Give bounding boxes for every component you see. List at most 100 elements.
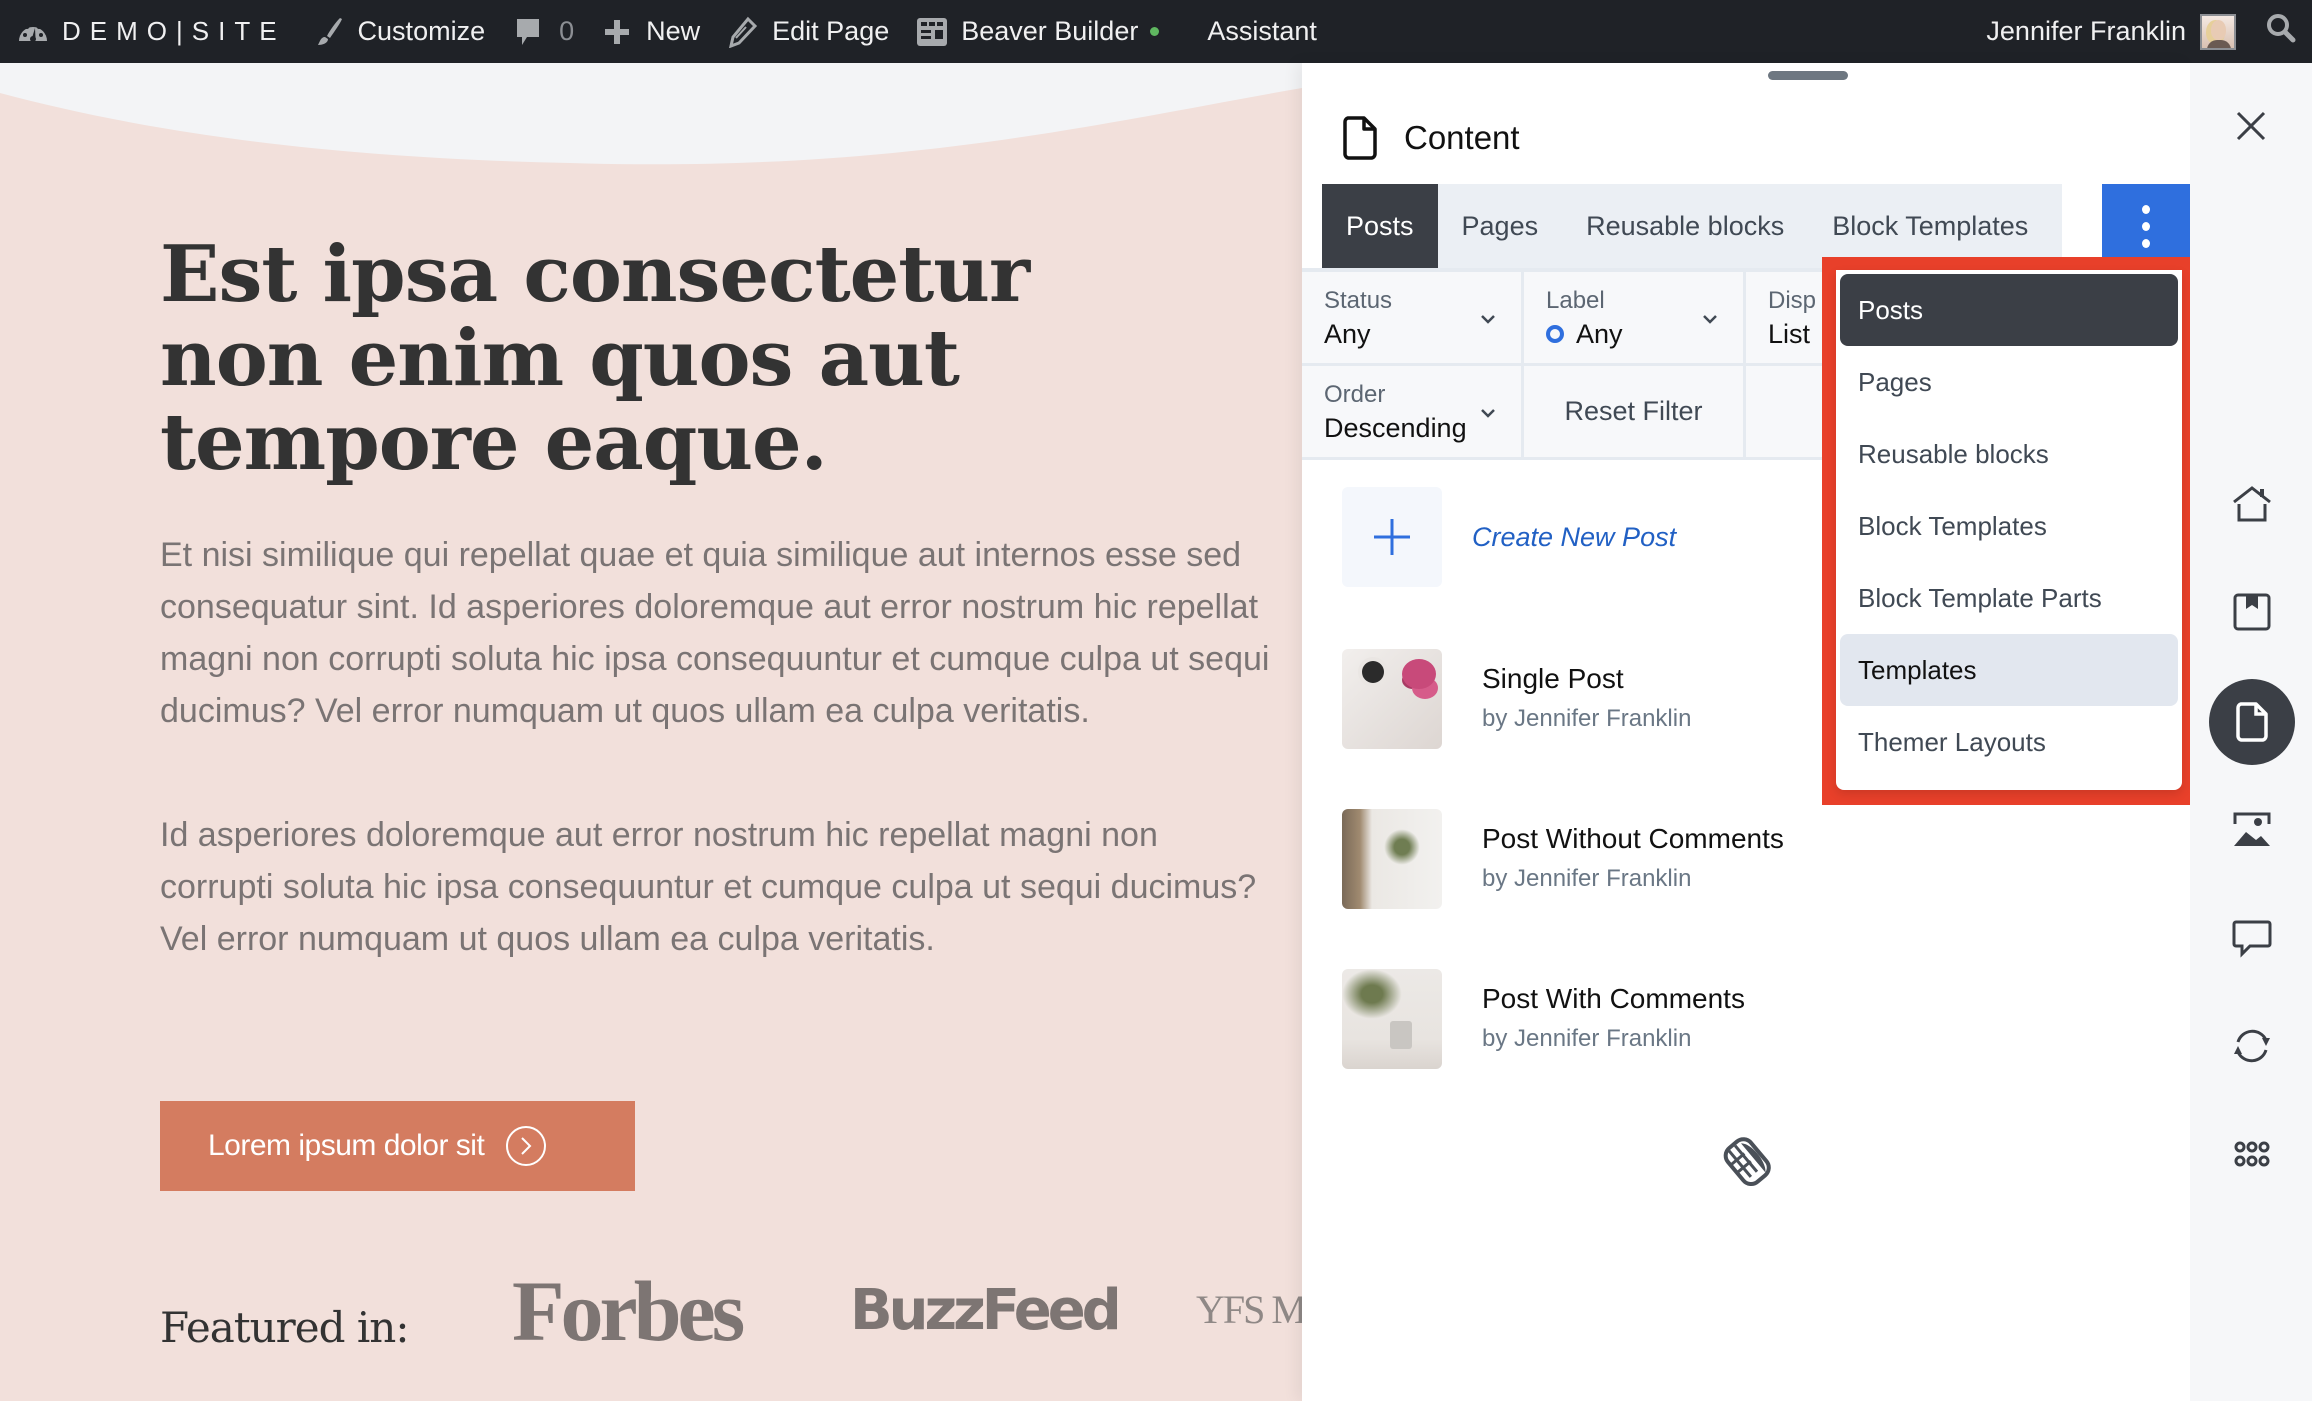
status-filter[interactable]: Status Any [1302,272,1524,363]
post-list-item[interactable]: Post With Comments by Jennifer Franklin [1342,969,1745,1069]
hero-paragraph-1: Et nisi similique qui repellat quae et q… [160,536,1270,730]
more-tabs-button[interactable] [2102,184,2190,268]
document-icon [1340,115,1380,161]
apps-grid-icon [2234,1141,2270,1167]
beaver-builder-logo-icon [1723,1137,1771,1187]
yfs-logo: YFS M [1196,1287,1302,1332]
post-thumbnail [1342,809,1442,909]
comment-bubble-icon [511,15,545,49]
customize-link[interactable]: Customize [299,0,499,63]
media-image-icon [2233,812,2271,846]
comments-count: 0 [559,16,575,46]
close-icon [2236,111,2266,141]
content-type-dropdown: Posts Pages Reusable blocks Block Templa… [1836,270,2182,790]
status-filter-label: Status [1324,287,1393,314]
rail-media-button[interactable] [2209,787,2295,873]
dropdown-item-block-template-parts[interactable]: Block Template Parts [1840,562,2178,634]
top-wave-divider [0,63,1302,165]
beaver-builder-link[interactable]: Beaver Builder [902,0,1172,63]
beaver-builder-label: Beaver Builder [961,16,1139,46]
plus-icon [1342,487,1442,587]
rail-apps-button[interactable] [2209,1111,2295,1197]
content-tabs: Posts Pages Reusable blocks Block Templa… [1322,184,2190,268]
tab-pages[interactable]: Pages [1438,184,1563,268]
rail-content-button[interactable] [2209,679,2295,765]
search-button[interactable] [2249,12,2312,51]
tab-posts[interactable]: Posts [1322,184,1438,268]
dashboard-icon [16,15,50,49]
reset-filter-button[interactable]: Reset Filter [1524,366,1746,457]
rail-comments-button[interactable] [2209,895,2295,981]
rail-home-button[interactable] [2209,461,2295,547]
user-account-menu[interactable]: Jennifer Franklin [1973,0,2249,63]
label-filter-value: Any [1576,319,1623,349]
create-new-post-label: Create New Post [1472,521,1677,552]
post-title: Single Post [1482,663,1624,694]
search-icon [2265,12,2297,51]
avatar [2200,13,2236,50]
dropdown-item-templates[interactable]: Templates [1840,634,2178,706]
assistant-label: Assistant [1207,16,1317,46]
label-filter-label: Label [1546,287,1605,314]
tab-reusable-blocks[interactable]: Reusable blocks [1562,184,1808,268]
edit-page-label: Edit Page [772,16,890,46]
paintbrush-icon [312,15,346,49]
more-vertical-icon [2142,204,2150,248]
forbes-logo: Forbes [512,1263,745,1359]
plus-icon [600,15,634,49]
dropdown-item-block-templates[interactable]: Block Templates [1840,490,2178,562]
new-content-link[interactable]: New [587,0,713,63]
chevron-down-icon [1481,315,1495,324]
order-filter-label: Order [1324,381,1386,408]
site-menu[interactable]: DEMO|SITE [0,0,299,63]
saved-bookmark-icon [2233,593,2271,631]
cta-button[interactable]: Lorem ipsum dolor sit [160,1101,635,1191]
chevron-down-icon [1703,315,1717,324]
order-filter[interactable]: Order Descending [1302,366,1524,457]
user-name: Jennifer Franklin [1986,16,2186,46]
comments-icon [2232,920,2272,958]
content-document-icon [2236,702,2268,742]
pencil-icon [726,15,760,49]
cta-label: Lorem ipsum dolor sit [208,1129,485,1162]
chevron-right-circle-icon [506,1126,547,1166]
hero-paragraph-2: Id asperiores doloremque aut error nostr… [160,816,1257,958]
post-title: Post With Comments [1482,983,1745,1014]
rail-saved-button[interactable] [2209,569,2295,655]
post-author: by Jennifer Franklin [1482,865,1692,892]
post-title: Post Without Comments [1482,823,1784,854]
panel-title: Content [1404,119,1520,156]
label-filter[interactable]: Label Any [1524,272,1746,363]
tab-block-templates[interactable]: Block Templates [1808,184,2052,268]
panel-drag-handle[interactable] [1768,71,1848,80]
post-list-item[interactable]: Single Post by Jennifer Franklin [1342,649,1691,749]
post-thumbnail [1342,649,1442,749]
layout-grid-icon [915,15,949,49]
dropdown-item-pages[interactable]: Pages [1840,346,2178,418]
status-filter-value: Any [1324,319,1371,349]
label-color-ring-icon [1546,325,1564,343]
wp-admin-bar: DEMO|SITE Customize 0 New Edit Page Beav… [0,0,2312,63]
featured-in-label: Featured in: [160,1303,409,1352]
assistant-link[interactable]: Assistant [1194,0,1330,63]
customize-label: Customize [357,16,486,46]
rail-revisions-button[interactable] [2209,1003,2295,1089]
revisions-sync-icon [2234,1029,2270,1063]
edit-page-link[interactable]: Edit Page [713,0,902,63]
page-canvas: Est ipsa consectetur non enim quos aut t… [0,63,1302,1401]
new-label: New [646,16,701,46]
site-name: DEMO|SITE [62,16,286,46]
dropdown-item-posts[interactable]: Posts [1840,274,2178,346]
post-thumbnail [1342,969,1442,1069]
post-list-item[interactable]: Post Without Comments by Jennifer Frankl… [1342,809,1784,909]
dropdown-item-reusable-blocks[interactable]: Reusable blocks [1840,418,2178,490]
dropdown-item-themer-layouts[interactable]: Themer Layouts [1840,706,2178,778]
close-button[interactable] [2228,103,2274,149]
home-icon [2233,486,2271,522]
status-dot [1150,27,1160,36]
create-new-post[interactable]: Create New Post [1342,487,1676,587]
comments-link[interactable]: 0 [498,0,587,63]
hero-title: Est ipsa consectetur non enim quos aut t… [160,229,1030,488]
chevron-down-icon [1481,409,1495,418]
builder-right-rail [2190,63,2312,1401]
